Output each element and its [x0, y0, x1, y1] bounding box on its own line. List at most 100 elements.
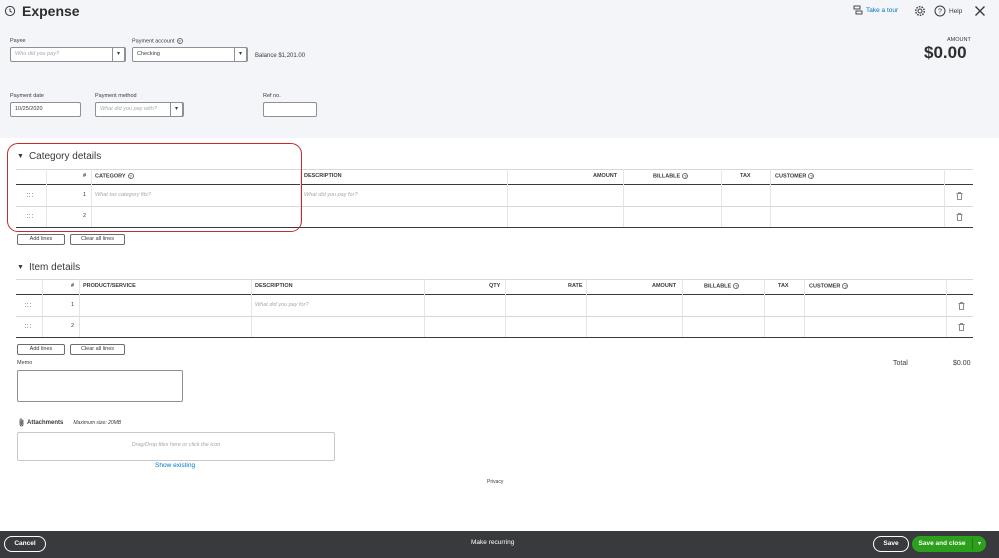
col-rate: RATE — [568, 283, 583, 289]
col-customer-text: CUSTOMER — [809, 283, 841, 290]
caret-down-icon[interactable]: ▾ — [234, 47, 247, 62]
column-divider — [764, 279, 765, 337]
col-billable-text: BILLABLE — [704, 283, 732, 290]
row-number: 2 — [71, 323, 75, 329]
account-balance: Balance $1,201.00 — [255, 53, 306, 59]
attachments-header: Attachments Maximum size: 20MB — [18, 418, 121, 427]
divider — [16, 337, 973, 338]
close-icon[interactable] — [974, 5, 986, 17]
col-amount: AMOUNT — [652, 283, 677, 289]
trash-icon[interactable] — [958, 323, 965, 331]
ref-no-label: Ref no. — [263, 93, 281, 99]
take-tour-link[interactable]: Take a tour — [853, 5, 898, 15]
ref-no-input[interactable] — [263, 102, 317, 117]
column-divider — [804, 279, 805, 337]
payment-account-label-text: Payment account — [132, 38, 175, 45]
column-divider — [251, 279, 252, 337]
payment-date-input[interactable]: 10/25/2020 — [10, 102, 81, 117]
col-amount: AMOUNT — [593, 173, 618, 179]
info-icon[interactable]: ? — [682, 173, 689, 179]
payee-label: Payee — [10, 38, 26, 44]
expense-header — [0, 0, 999, 138]
col-product: PRODUCT/SERVICE — [83, 283, 136, 289]
show-existing-link[interactable]: Show existing — [155, 462, 195, 469]
col-num: # — [71, 283, 75, 289]
col-qty: QTY — [489, 283, 501, 289]
caret-down-icon[interactable]: ▾ — [975, 536, 984, 552]
row-number: 1 — [71, 302, 75, 308]
help-button[interactable]: ? Help — [934, 5, 962, 17]
payment-method-select[interactable]: What did you pay with? ▾ — [95, 102, 184, 117]
paperclip-icon — [19, 418, 24, 427]
title-bar: Expense — [4, 3, 80, 19]
save-button[interactable]: Save — [873, 536, 909, 552]
item-details-title: Item details — [28, 262, 81, 273]
trash-icon[interactable] — [956, 192, 963, 200]
caret-down-icon[interactable]: ▾ — [112, 47, 125, 62]
clear-all-lines-button[interactable]: Clear all lines — [70, 344, 125, 355]
privacy-link[interactable]: Privacy — [487, 479, 503, 485]
column-divider — [424, 279, 425, 337]
column-divider — [586, 279, 587, 337]
info-icon[interactable]: ? — [176, 38, 183, 44]
payment-date-label: Payment date — [10, 93, 44, 99]
save-and-close-button[interactable]: Save and close — [912, 536, 972, 552]
column-divider — [944, 169, 945, 227]
column-divider — [946, 279, 947, 337]
col-description: DESCRIPTION — [304, 173, 342, 179]
split-divider — [972, 538, 973, 550]
col-customer: CUSTOMER? — [775, 173, 815, 179]
add-lines-button[interactable]: Add lines — [17, 344, 65, 355]
total-value: $0.00 — [953, 360, 971, 367]
column-divider — [79, 279, 80, 337]
description-input[interactable]: What did you pay for? — [255, 302, 309, 308]
help-icon: ? — [934, 5, 946, 17]
trash-icon[interactable] — [958, 302, 965, 310]
help-label: Help — [949, 7, 963, 15]
drag-handle-icon[interactable] — [25, 303, 31, 308]
tour-icon — [853, 5, 863, 15]
divider — [16, 316, 973, 317]
column-divider — [770, 169, 771, 227]
info-icon[interactable]: ? — [808, 173, 815, 179]
payment-account-label: Payment account? — [132, 38, 183, 44]
col-billable-text: BILLABLE — [653, 173, 681, 180]
col-description: DESCRIPTION — [255, 283, 293, 289]
col-tax: TAX — [778, 283, 789, 289]
drag-handle-icon[interactable] — [25, 324, 31, 329]
clear-all-lines-button[interactable]: Clear all lines — [70, 234, 125, 245]
save-and-close-group: Save and close ▾ — [912, 536, 986, 552]
add-lines-button[interactable]: Add lines — [17, 234, 65, 245]
attachment-dropzone[interactable]: Drag/Drop files here or click the icon — [17, 432, 335, 461]
column-divider — [721, 169, 722, 227]
highlight-annotation — [7, 143, 302, 232]
memo-label: Memo — [17, 360, 33, 366]
cancel-button[interactable]: Cancel — [4, 536, 46, 552]
divider — [16, 279, 973, 280]
divider — [16, 294, 973, 295]
item-details-toggle[interactable]: ▼ Item details — [17, 262, 80, 273]
caret-down-icon[interactable]: ▾ — [170, 102, 183, 117]
payee-select[interactable]: Who did you pay? ▾ — [10, 47, 126, 62]
trash-icon[interactable] — [956, 213, 963, 221]
dropzone-text: Drag/Drop files here or click the icon — [131, 442, 221, 448]
col-billable: BILLABLE? — [653, 173, 689, 180]
total-label: Total — [893, 360, 908, 367]
description-input[interactable]: What did you pay for? — [304, 192, 358, 198]
column-divider — [507, 169, 508, 227]
payment-account-value: Checking — [137, 51, 160, 57]
payment-date-value: 10/25/2020 — [15, 106, 43, 112]
attachments-max-size: Maximum size: 20MB — [73, 419, 122, 426]
payment-account-select[interactable]: Checking ▾ — [132, 47, 248, 62]
gear-icon[interactable] — [914, 5, 926, 17]
history-icon[interactable] — [4, 5, 16, 17]
make-recurring-button[interactable]: Make recurring — [471, 539, 514, 546]
memo-textarea[interactable] — [17, 370, 183, 402]
col-tax: TAX — [740, 173, 751, 179]
payment-method-label: Payment method — [95, 93, 137, 99]
column-divider — [682, 279, 683, 337]
column-divider — [623, 169, 624, 227]
info-icon[interactable]: ? — [733, 283, 740, 289]
info-icon[interactable]: ? — [842, 283, 849, 289]
payment-method-placeholder: What did you pay with? — [100, 106, 157, 112]
